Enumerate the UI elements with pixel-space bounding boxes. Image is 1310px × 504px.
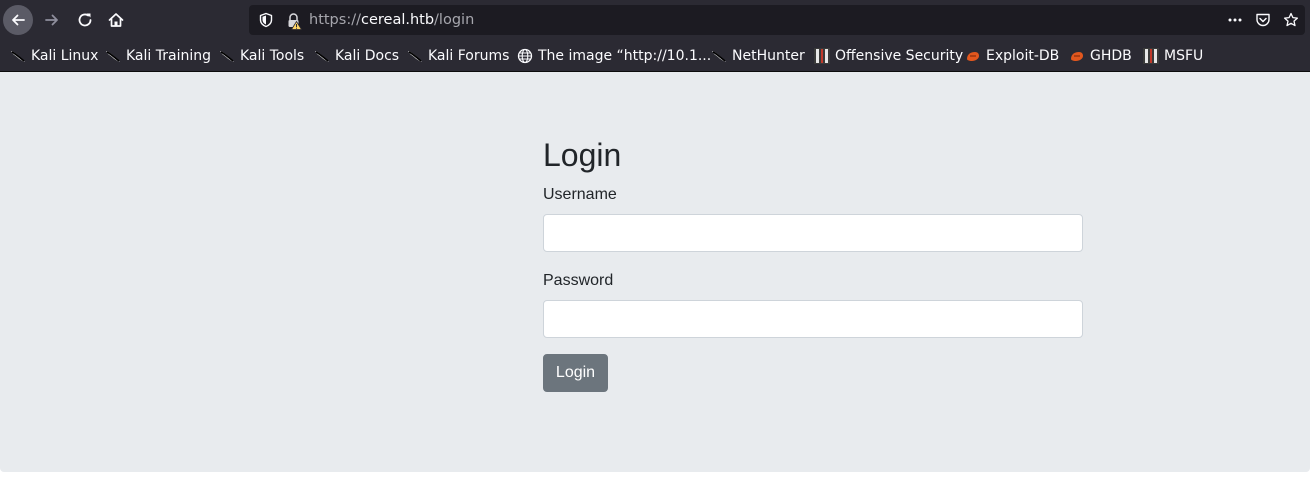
insecure-lock-icon[interactable] [285,12,303,30]
username-label: Username [543,186,617,203]
bookmark-kali-forums[interactable]: Kali Forums [407,40,509,71]
password-label: Password [543,272,614,289]
page-title: Login [543,137,622,173]
bookmark-label: The image “http://10.1... [538,47,712,64]
kali-dragon-icon [408,50,422,62]
url-path: /login [434,12,475,28]
bookmark-msfu[interactable]: MSFU [1143,40,1203,71]
kali-dragon-icon [11,50,25,62]
bookmark-label: Kali Linux [31,47,99,64]
pocket-icon [1256,13,1270,27]
password-input[interactable] [543,300,1083,338]
page-content: Login Username Password Login [0,72,1310,472]
url-text[interactable]: https://cereal.htb/login [309,11,474,29]
more-actions-icon [1228,18,1242,22]
back-arrow-icon [12,14,25,26]
back-button[interactable] [3,5,33,35]
bookmark-label: GHDB [1090,47,1132,64]
forward-button[interactable] [37,5,67,35]
kali-dragon-icon [106,50,120,62]
username-input[interactable] [543,214,1083,252]
bookmark-ghdb[interactable]: GHDB [1069,40,1132,71]
bookmark-kali-linux[interactable]: Kali Linux [10,40,98,71]
bookmark-kali-docs[interactable]: Kali Docs [314,40,399,71]
reload-icon [78,13,92,27]
offsec-icon [1143,47,1159,64]
more-actions-button[interactable] [1221,5,1249,35]
login-button[interactable]: Login [543,354,608,392]
forward-arrow-icon [45,14,58,26]
bookmark-star-button[interactable] [1277,5,1305,35]
bookmark-image-link[interactable]: The image “http://10.1... [517,40,711,71]
kali-dragon-icon [315,50,329,62]
page-actions [1221,5,1305,35]
bookmark-label: Kali Tools [240,47,305,64]
url-scheme: https:// [309,12,361,28]
exploit-db-icon [1071,51,1083,61]
bookmarks-toolbar: Kali Linux Kali Training Kali Tools Kali… [0,40,1310,72]
bookmark-star-icon [1283,12,1299,27]
bookmark-label: Kali Docs [335,47,400,64]
browser-toolbar: https://cereal.htb/login [0,0,1310,40]
bookmark-offensive-security[interactable]: Offensive Security [814,40,963,71]
bookmark-label: MSFU [1164,47,1204,64]
pocket-button[interactable] [1249,5,1277,35]
kali-dragon-icon [712,50,726,62]
bookmark-label: Exploit-DB [986,47,1060,64]
offsec-icon [814,47,830,64]
reload-button[interactable] [70,5,100,35]
bookmark-label: Offensive Security [835,47,964,64]
home-button[interactable] [101,5,131,35]
bookmark-label: Kali Training [126,47,211,64]
bookmark-label: NetHunter [732,47,805,64]
bookmark-kali-training[interactable]: Kali Training [105,40,211,71]
home-icon [108,13,124,27]
globe-icon [517,48,533,63]
url-host: cereal.htb [360,12,435,28]
url-bar[interactable]: https://cereal.htb/login [249,5,1305,35]
bookmark-exploit-db[interactable]: Exploit-DB [965,40,1059,71]
kali-dragon-icon [220,50,234,62]
bookmark-nethunter[interactable]: NetHunter [711,40,805,71]
bookmark-label: Kali Forums [428,47,510,64]
exploit-db-icon [967,51,979,61]
tracking-shield-icon[interactable] [258,12,274,28]
bookmark-kali-tools[interactable]: Kali Tools [219,40,304,71]
